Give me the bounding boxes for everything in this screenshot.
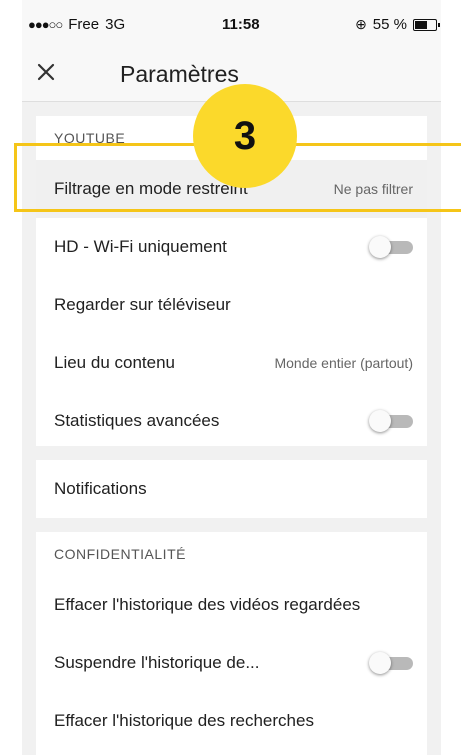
advanced-stats-toggle[interactable] (369, 410, 413, 432)
hd-wifi-toggle[interactable] (369, 236, 413, 258)
rotation-lock-icon: ⊕ (355, 16, 367, 32)
privacy-settings-card: CONFIDENTIALITÉ Effacer l'historique des… (36, 532, 427, 755)
notifications-row[interactable]: Notifications (36, 460, 427, 518)
row-label: Effacer l'historique des recherches (54, 711, 314, 730)
watch-on-tv-row[interactable]: Regarder sur téléviseur (36, 276, 427, 334)
battery-percent: 55 % (372, 16, 407, 33)
row-label: Effacer l'historique des vidéos regardée… (54, 595, 361, 614)
network-type: 3G (105, 16, 126, 33)
status-time: 11:58 (222, 16, 260, 33)
hd-wifi-only-row[interactable]: HD - Wi-Fi uniquement (36, 218, 427, 276)
step-number-badge: 3 (193, 84, 297, 188)
status-bar: ●●●○○ Free 3G 11:58 ⊕ 55 % (22, 0, 441, 46)
close-icon[interactable] (34, 60, 58, 84)
section-header-privacy: CONFIDENTIALITÉ (54, 546, 186, 562)
pause-history-row[interactable]: Suspendre l'historique de... (36, 634, 427, 692)
carrier-name: Free (68, 16, 100, 33)
signal-strength-icon: ●●●○○ (28, 17, 63, 32)
notifications-card: Notifications (36, 460, 427, 518)
row-label: Notifications (54, 479, 147, 498)
clear-search-history-row[interactable]: Effacer l'historique des recherches (36, 692, 427, 750)
row-label: Suspendre l'historique de... (54, 653, 260, 672)
row-label: Statistiques avancées (54, 411, 220, 430)
content-location-row[interactable]: Lieu du contenu Monde entier (partout) (36, 334, 427, 392)
clear-watch-history-row[interactable]: Effacer l'historique des vidéos regardée… (36, 576, 427, 634)
status-right: ⊕ 55 % (355, 16, 440, 33)
row-value: Monde entier (partout) (274, 355, 413, 371)
battery-icon (413, 18, 440, 31)
page-title: Paramètres (120, 61, 239, 87)
row-label: Lieu du contenu (54, 353, 175, 372)
advanced-stats-row[interactable]: Statistiques avancées (36, 392, 427, 450)
row-label: HD - Wi-Fi uniquement (54, 237, 227, 256)
pause-history-toggle[interactable] (369, 652, 413, 674)
status-left: ●●●○○ Free 3G (28, 16, 125, 33)
row-label: Regarder sur téléviseur (54, 295, 231, 314)
